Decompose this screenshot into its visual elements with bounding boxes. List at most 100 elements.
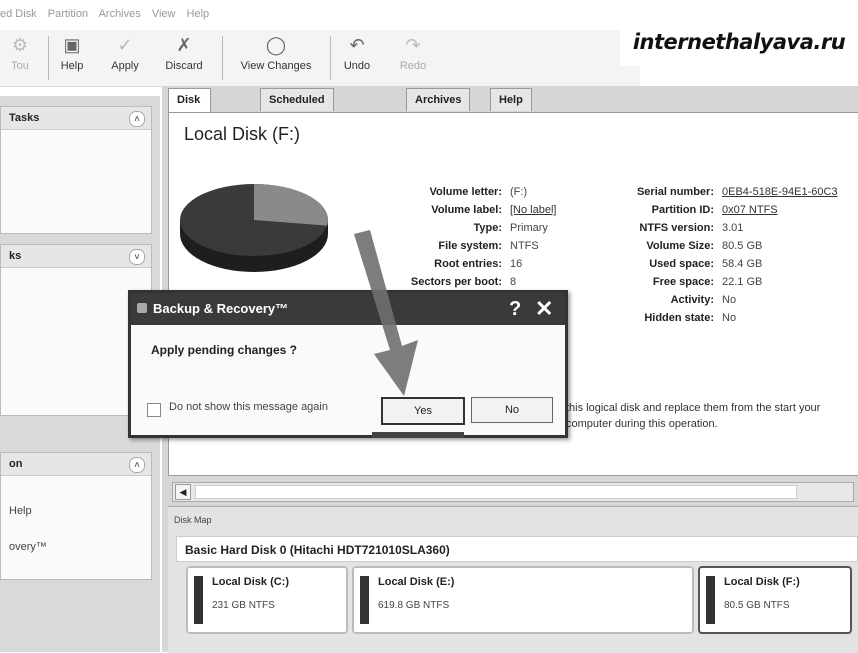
partition-f[interactable]: Local Disk (F:) 80.5 GB NTFS [698, 566, 852, 634]
horizontal-scrollbar[interactable]: ◀ [172, 482, 854, 502]
yes-button[interactable]: Yes [381, 397, 465, 425]
property-label: Used space: [649, 258, 714, 270]
property-label: Free space: [652, 276, 714, 288]
property-value: No [722, 312, 737, 324]
tool-icon: ⚙ [11, 35, 29, 55]
help-button[interactable]: ▣ Help [52, 34, 92, 82]
redo-label: Redo [399, 60, 427, 72]
scroll-left-icon[interactable]: ◀ [175, 484, 191, 500]
property-value[interactable]: 0EB4-518E-94E1-60C3 [722, 186, 856, 198]
property-value: No [722, 294, 737, 306]
sidebar-link-help[interactable]: Help [9, 505, 32, 517]
no-button[interactable]: No [471, 397, 553, 423]
redo-button[interactable]: ↷ Redo [392, 34, 434, 82]
tool-button[interactable]: ⚙ Tou [0, 34, 40, 82]
partition-info: 619.8 GB NTFS [378, 600, 450, 611]
sidebar-link-recovery[interactable]: overy™ [9, 541, 47, 553]
partition-e[interactable]: Local Disk (E:) 619.8 GB NTFS [352, 566, 694, 634]
arrow-shape [354, 230, 418, 396]
undo-label: Undo [343, 60, 371, 72]
sidebar-panel-3: on ˄ Help overy™ [0, 452, 152, 580]
toolbar-divider [48, 36, 49, 80]
sidebar-panel-header[interactable]: Tasks ˄ [1, 107, 151, 130]
dont-show-again-checkbox[interactable] [147, 403, 161, 417]
collapse-icon[interactable]: ˄ [129, 111, 145, 127]
view-changes-icon: ◯ [265, 35, 287, 55]
tab-archives[interactable]: Archives [406, 88, 471, 111]
property-value: (F:) [510, 186, 528, 198]
partition-usage-bar [360, 576, 369, 624]
view-changes-button[interactable]: ◯ View Changes [228, 34, 324, 82]
redo-icon: ↷ [405, 35, 421, 55]
partition-info: 80.5 GB NTFS [724, 600, 790, 611]
disk-usage-pie [180, 184, 328, 272]
operation-description: this logical disk and replace them from … [566, 402, 821, 430]
partition-name: Local Disk (F:) [724, 576, 800, 588]
tab-scheduled-tasks[interactable]: Scheduled Tasks [260, 88, 334, 128]
partition-usage-bar [194, 576, 203, 624]
property-label: Volume label: [431, 204, 502, 216]
property-label: Partition ID: [651, 204, 714, 216]
collapse-icon[interactable]: ˄ [129, 457, 145, 473]
partition-name: Local Disk (E:) [378, 576, 455, 588]
menu-disk[interactable]: ed Disk [0, 8, 37, 20]
menu-partition[interactable]: Partition [48, 8, 88, 20]
disk-map-label: Disk Map [174, 515, 212, 525]
page-title: Local Disk (F:) [184, 124, 301, 144]
sidebar-panel-header[interactable]: on ˄ [1, 453, 151, 476]
partition-usage-bar [706, 576, 715, 624]
discard-button[interactable]: ✗ Discard [156, 34, 212, 82]
menu-bar: ed Disk Partition Archives View Help [0, 8, 600, 28]
apply-label: Apply [111, 60, 139, 72]
sidebar-panel-title: ks [9, 250, 22, 262]
sidebar-panel-title: on [9, 458, 23, 470]
discard-icon: ✗ [176, 35, 192, 55]
toolbar-divider [222, 36, 223, 80]
property-label: Volume Size: [646, 240, 714, 252]
undo-button[interactable]: ↶ Undo [336, 34, 378, 82]
help-label: Help [60, 60, 84, 72]
annotation-arrow-icon [354, 230, 418, 396]
property-label: NTFS version: [639, 222, 714, 234]
partition-c[interactable]: Local Disk (C:) 231 GB NTFS [186, 566, 348, 634]
apply-button[interactable]: ✓ Apply [100, 34, 150, 82]
property-value: 16 [510, 258, 523, 270]
view-changes-label: View Changes [240, 60, 312, 72]
tool-label: Tou [11, 60, 29, 72]
property-label: Volume letter: [429, 186, 502, 198]
property-label: Serial number: [636, 186, 714, 198]
toolbar: ⚙ Tou ▣ Help ✓ Apply ✗ Discard ◯ View Ch… [0, 30, 640, 87]
menu-help[interactable]: Help [187, 8, 210, 20]
property-value[interactable]: 0x07 NTFS [722, 204, 856, 216]
sidebar-panel-title: Tasks [9, 112, 40, 124]
dialog-help-icon[interactable]: ? [509, 293, 521, 325]
dialog-message: Apply pending changes ? [151, 343, 298, 357]
expand-icon[interactable]: ˅ [129, 249, 145, 265]
apply-icon: ✓ [117, 35, 133, 55]
sidebar-panel-header[interactable]: ks ˅ [1, 245, 151, 268]
scroll-track[interactable] [195, 485, 797, 499]
menu-archives[interactable]: Archives [99, 8, 141, 20]
property-value: 80.5 GB [722, 240, 763, 252]
property-label: Activity: [670, 294, 714, 306]
annotation-underline [372, 432, 464, 438]
help-icon: ▣ [63, 35, 81, 55]
partition-name: Local Disk (C:) [212, 576, 290, 588]
property-value: NTFS [510, 240, 539, 252]
property-value: 8 [510, 276, 517, 288]
property-value: 58.4 GB [722, 258, 763, 270]
undo-icon: ↶ [349, 35, 365, 55]
dont-show-again-label: Do not show this message again [169, 401, 328, 413]
property-value[interactable]: [No label] [510, 204, 556, 216]
tab-disk-view[interactable]: Disk View [168, 88, 211, 128]
property-value: 22.1 GB [722, 276, 763, 288]
dialog-title: Backup & Recovery™ [153, 301, 289, 316]
property-value: 3.01 [722, 222, 744, 234]
toolbar-divider [330, 36, 331, 80]
menu-view[interactable]: View [152, 8, 176, 20]
disk-name: Basic Hard Disk 0 (Hitachi HDT721010SLA3… [176, 536, 858, 562]
pie-free-slice [254, 184, 328, 226]
property-value: Primary [510, 222, 548, 234]
tab-help[interactable]: Help [490, 88, 532, 111]
close-icon[interactable]: ✕ [535, 293, 553, 325]
